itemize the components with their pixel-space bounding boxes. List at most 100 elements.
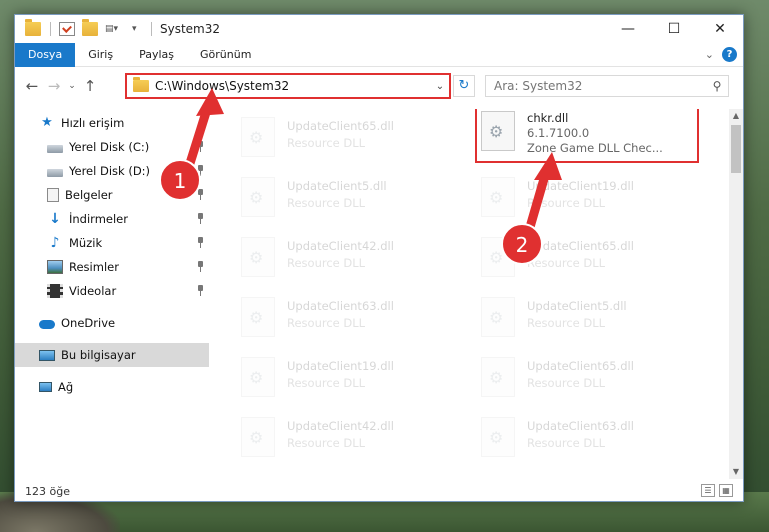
- sidebar-item-this-pc[interactable]: Bu bilgisayar: [15, 343, 209, 367]
- minimize-button[interactable]: —: [605, 15, 651, 43]
- file-description: Resource DLL: [527, 256, 606, 270]
- dll-file-icon: [481, 237, 515, 277]
- scroll-up-icon[interactable]: ▲: [729, 109, 743, 123]
- properties-icon[interactable]: [59, 22, 75, 36]
- vertical-scrollbar[interactable]: ▲ ▼: [729, 109, 743, 479]
- file-description: Resource DLL: [287, 196, 366, 210]
- dll-file-icon: [481, 417, 515, 457]
- tab-paylas[interactable]: Paylaş: [126, 43, 187, 67]
- status-bar: 123 öğe ☰ ▦: [15, 481, 743, 501]
- details-view-icon[interactable]: ☰: [701, 484, 715, 497]
- explorer-window: ▤▾ ▾ System32 — ☐ ✕ Dosya Giriş Paylaş G…: [14, 14, 744, 502]
- expand-ribbon-icon[interactable]: ⌄: [705, 48, 714, 61]
- dll-file-icon: [481, 177, 515, 217]
- up-arrow-icon[interactable]: ↑: [79, 77, 101, 95]
- pin-icon[interactable]: [196, 165, 205, 176]
- dll-file-icon: [481, 297, 515, 337]
- search-icon[interactable]: ⚲: [706, 79, 728, 93]
- file-item[interactable]: UpdateClient63.dll Resource DLL: [477, 413, 697, 463]
- file-description: Resource DLL: [287, 436, 366, 450]
- help-icon[interactable]: ?: [722, 47, 737, 62]
- file-name: UpdateClient5.dll: [527, 299, 627, 313]
- sidebar-item-quick-access[interactable]: ★ Hızlı erişim: [15, 111, 209, 135]
- file-item[interactable]: UpdateClient65.dll Resource DLL: [477, 353, 697, 403]
- file-item[interactable]: UpdateClient19.dll Resource DLL: [477, 173, 697, 223]
- pin-icon[interactable]: [196, 189, 205, 200]
- sidebar-item-onedrive[interactable]: OneDrive: [15, 311, 209, 335]
- sidebar-item-documents[interactable]: Belgeler: [15, 183, 209, 207]
- window-title: System32: [160, 22, 221, 36]
- file-item-chkr-dll[interactable]: chkr.dll 6.1.7100.0 Zone Game DLL Chec..…: [475, 109, 699, 163]
- navigation-bar: ← → ⌄ ↑ C:\Windows\System32 ⌄ ↻ ⚲: [15, 69, 743, 103]
- sidebar-item-local-disk-d[interactable]: Yerel Disk (D:): [15, 159, 209, 183]
- tab-giris[interactable]: Giriş: [75, 43, 126, 67]
- sidebar-item-pictures[interactable]: Resimler: [15, 255, 209, 279]
- file-item[interactable]: UpdateClient42.dll Resource DLL: [237, 233, 457, 283]
- cloud-icon: [39, 319, 55, 329]
- recent-locations-icon[interactable]: ⌄: [65, 81, 79, 91]
- maximize-button[interactable]: ☐: [651, 15, 697, 43]
- dll-file-icon: [241, 177, 275, 217]
- toolbar-separator: [50, 22, 51, 36]
- refresh-button[interactable]: ↻: [453, 75, 475, 97]
- back-arrow-icon[interactable]: ←: [21, 77, 43, 95]
- pin-icon[interactable]: [196, 237, 205, 248]
- file-item[interactable]: UpdateClient42.dll Resource DLL: [237, 413, 457, 463]
- sidebar-item-local-disk-c[interactable]: Yerel Disk (C:): [15, 135, 209, 159]
- sidebar-item-videos[interactable]: Videolar: [15, 279, 209, 303]
- large-icons-view-icon[interactable]: ▦: [719, 484, 733, 497]
- file-name: UpdateClient5.dll: [287, 179, 387, 193]
- forward-arrow-icon[interactable]: →: [43, 77, 65, 95]
- pin-icon[interactable]: [196, 285, 205, 296]
- file-name: UpdateClient42.dll: [287, 239, 394, 253]
- sidebar-item-label: Ağ: [58, 380, 74, 394]
- file-version: 6.1.7100.0: [527, 126, 590, 140]
- ribbon-right: ⌄ ?: [705, 47, 737, 62]
- file-name: UpdateClient63.dll: [527, 419, 634, 433]
- scroll-thumb[interactable]: [731, 125, 741, 173]
- file-name: chkr.dll: [527, 111, 569, 125]
- new-folder-icon[interactable]: [82, 19, 98, 36]
- search-input[interactable]: [494, 79, 706, 93]
- pin-icon[interactable]: [196, 141, 205, 152]
- file-item[interactable]: UpdateClient65.dll Resource DLL: [237, 113, 457, 163]
- file-item[interactable]: UpdateClient19.dll Resource DLL: [237, 353, 457, 403]
- file-description: Resource DLL: [527, 436, 606, 450]
- file-item[interactable]: UpdateClient5.dll Resource DLL: [237, 173, 457, 223]
- navigation-pane: ★ Hızlı erişim Yerel Disk (C:) Yerel Dis…: [15, 109, 209, 471]
- sidebar-item-network[interactable]: Ağ: [15, 375, 209, 399]
- sidebar-item-label: Videolar: [69, 284, 117, 298]
- ribbon-tabs: Dosya Giriş Paylaş Görünüm ⌄ ?: [15, 42, 743, 67]
- download-icon: ↓: [49, 211, 61, 227]
- sidebar-item-label: Yerel Disk (C:): [69, 140, 150, 154]
- search-box[interactable]: ⚲: [485, 75, 729, 97]
- file-list: UpdateClient65.dll Resource DLL chkr.dll …: [215, 109, 727, 471]
- file-item[interactable]: UpdateClient65.dll Resource DLL: [477, 233, 697, 283]
- sidebar-item-music[interactable]: ♪ Müzik: [15, 231, 209, 255]
- sidebar-item-downloads[interactable]: ↓ İndirmeler: [15, 207, 209, 231]
- tab-dosya[interactable]: Dosya: [15, 42, 76, 67]
- close-button[interactable]: ✕: [697, 15, 743, 43]
- sidebar-item-label: İndirmeler: [69, 212, 128, 226]
- address-path[interactable]: C:\Windows\System32: [155, 79, 431, 93]
- folder-icon: [25, 19, 41, 36]
- customize-toolbar-icon[interactable]: ▤▾: [105, 22, 125, 36]
- tab-gorunum[interactable]: Görünüm: [187, 43, 264, 67]
- address-folder-icon: [133, 77, 149, 92]
- address-bar[interactable]: C:\Windows\System32 ⌄: [125, 73, 451, 99]
- file-item[interactable]: UpdateClient5.dll Resource DLL: [477, 293, 697, 343]
- pictures-icon: [47, 260, 63, 274]
- pin-icon[interactable]: [196, 213, 205, 224]
- dll-file-icon: [481, 357, 515, 397]
- quick-access-toolbar: ▤▾ ▾ System32: [15, 19, 221, 36]
- window-controls: — ☐ ✕: [605, 15, 743, 43]
- address-dropdown-icon[interactable]: ⌄: [431, 81, 449, 92]
- pin-icon[interactable]: [196, 261, 205, 272]
- file-item[interactable]: UpdateClient63.dll Resource DLL: [237, 293, 457, 343]
- sidebar-item-label: Müzik: [69, 236, 103, 250]
- file-name: UpdateClient65.dll: [287, 119, 394, 133]
- toolbar-dropdown-icon[interactable]: ▾: [132, 22, 142, 36]
- network-icon: [39, 382, 52, 392]
- disk-icon: [47, 144, 63, 153]
- scroll-down-icon[interactable]: ▼: [729, 465, 743, 479]
